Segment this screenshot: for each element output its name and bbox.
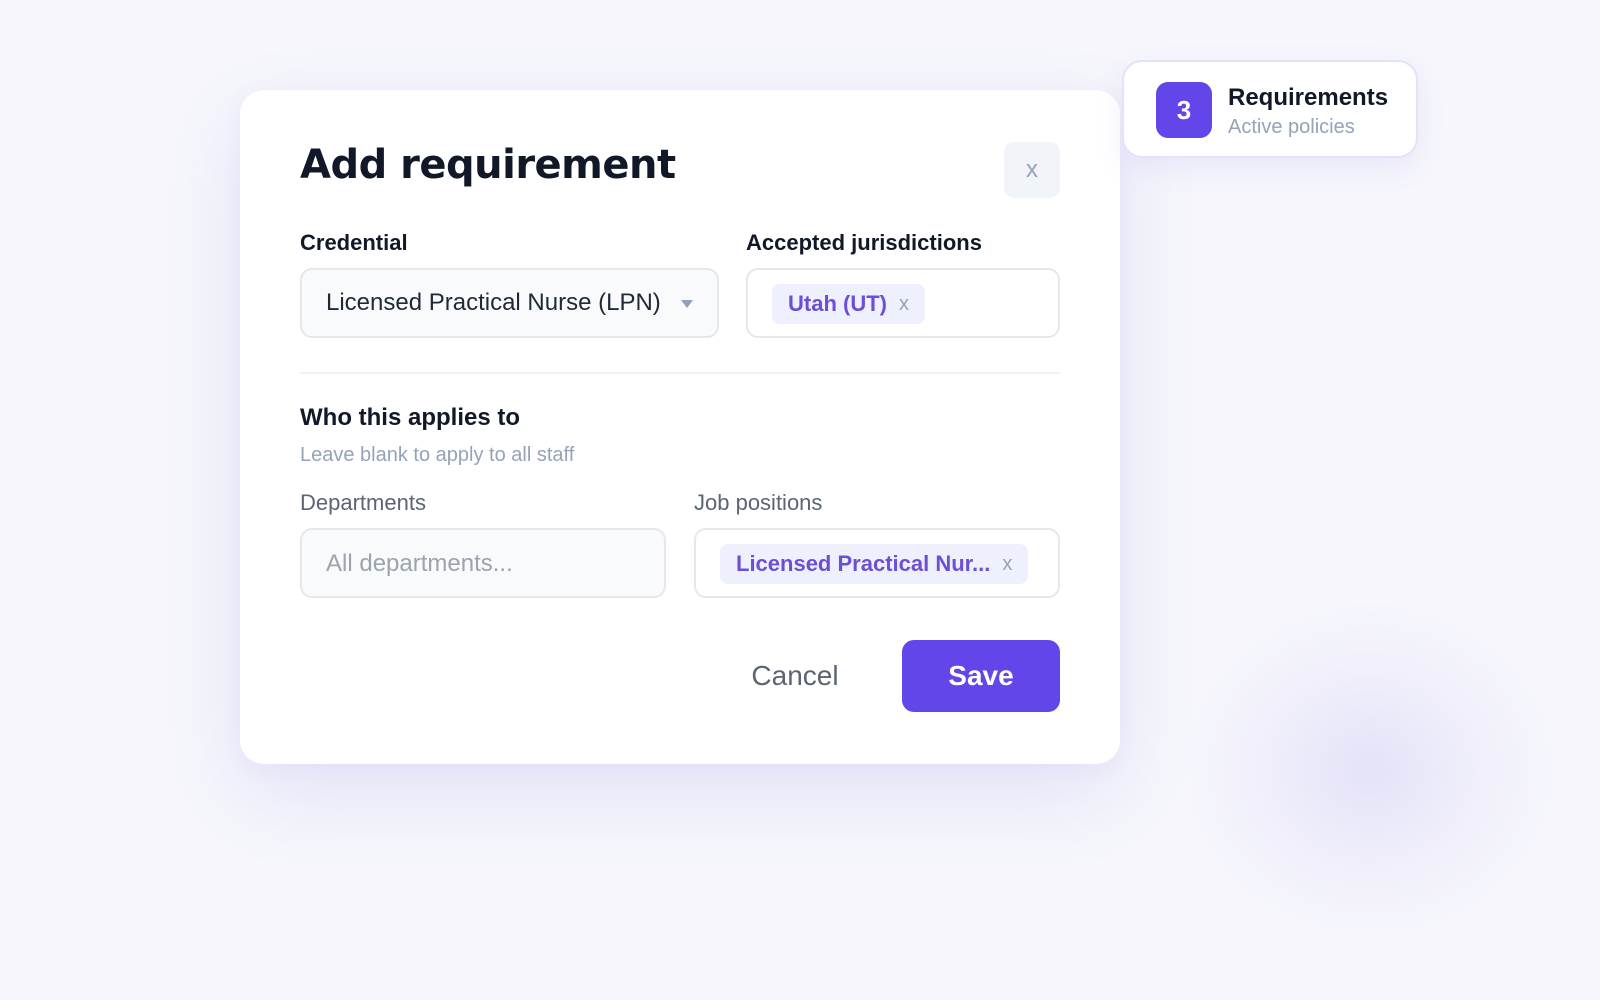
- chevron-down-icon: [681, 300, 693, 308]
- close-button[interactable]: x: [1004, 142, 1060, 198]
- credential-select[interactable]: Licensed Practical Nurse (LPN): [300, 268, 719, 338]
- jurisdiction-chip-label: Utah (UT): [788, 291, 887, 316]
- job-position-chip: Licensed Practical Nur... x: [720, 544, 1029, 584]
- requirements-card-title: Requirements: [1228, 84, 1389, 111]
- close-icon: x: [1026, 156, 1038, 183]
- jurisdictions-label: Accepted jurisdictions: [746, 230, 982, 255]
- jurisdictions-input[interactable]: Utah (UT) x: [746, 268, 1060, 338]
- departments-label: Departments: [300, 490, 426, 515]
- job-positions-label: Job positions: [694, 490, 823, 515]
- jurisdiction-chip: Utah (UT) x: [772, 284, 925, 324]
- section-divider: [300, 372, 1060, 374]
- remove-chip-icon[interactable]: x: [1002, 554, 1012, 574]
- credential-select-value: Licensed Practical Nurse (LPN): [326, 289, 661, 316]
- departments-input[interactable]: All departments...: [300, 528, 666, 598]
- job-position-chip-label: Licensed Practical Nur...: [736, 551, 991, 576]
- cancel-button[interactable]: Cancel: [720, 640, 870, 712]
- requirements-summary-card[interactable]: 3 Requirements Active policies: [1122, 60, 1418, 158]
- job-positions-input[interactable]: Licensed Practical Nur... x: [694, 528, 1060, 598]
- applies-section-hint: Leave blank to apply to all staff: [300, 444, 575, 466]
- departments-placeholder: All departments...: [326, 550, 513, 577]
- requirements-card-subtitle: Active policies: [1228, 116, 1355, 138]
- requirements-count-badge: 3: [1156, 82, 1212, 138]
- applies-section-title: Who this applies to: [300, 404, 520, 431]
- background-glow: [1180, 600, 1560, 940]
- remove-chip-icon[interactable]: x: [899, 294, 909, 314]
- add-requirement-modal: Add requirement x Credential Licensed Pr…: [240, 90, 1120, 764]
- modal-title: Add requirement: [300, 142, 676, 188]
- save-button[interactable]: Save: [902, 640, 1060, 712]
- credential-label: Credential: [300, 230, 408, 255]
